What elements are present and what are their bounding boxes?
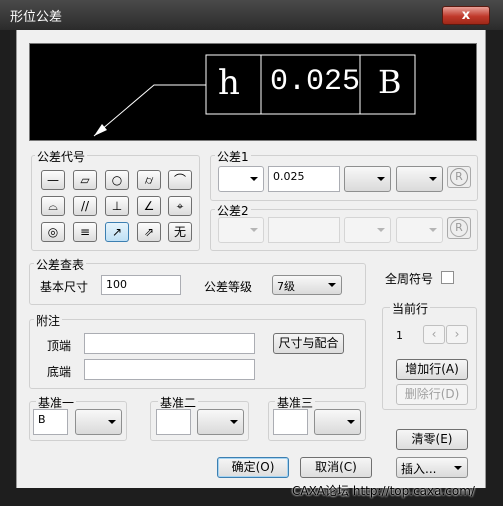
symbol-button-flatness[interactable]: ▱ (73, 170, 97, 190)
tolerance2-modifier-select[interactable] (344, 217, 391, 243)
title-bar (0, 0, 503, 30)
ok-button[interactable]: 确定(O) (217, 457, 289, 478)
symbol-button-surface-profile[interactable]: ⌓ (41, 196, 65, 216)
datum1-select[interactable] (75, 409, 122, 435)
delete-row-button[interactable]: 删除行(D) (396, 384, 468, 405)
angularity-icon: ∠ (143, 199, 155, 213)
straightness-icon: — (47, 173, 59, 187)
tolerance2-value-input[interactable] (268, 217, 340, 243)
symbol-button-concentricity[interactable]: ◎ (41, 222, 65, 242)
circularity-icon: ○ (111, 173, 123, 187)
symbol-button-total-runout[interactable]: ⇗ (137, 222, 161, 242)
add-row-button[interactable]: 增加行(A) (396, 359, 468, 380)
tolerance1-modifier-select[interactable] (344, 166, 391, 192)
grade-label: 公差等级 (204, 280, 253, 294)
symbol-button-parallelism[interactable]: // (73, 196, 97, 216)
none-icon: 无 (173, 225, 186, 239)
symbol-button-cylindricity[interactable]: ⌭ (137, 170, 161, 190)
cylindricity-icon: ⌭ (144, 173, 154, 187)
current-row-value: 1 (396, 329, 403, 342)
symbol-button-angularity[interactable]: ∠ (137, 196, 161, 216)
cancel-button[interactable]: 取消(C) (300, 457, 372, 478)
datum3-input[interactable] (273, 409, 308, 435)
position-icon: ⌖ (176, 199, 184, 213)
tolerance1-value-input[interactable]: 0.025 (268, 166, 340, 192)
tolerance1-label: 公差1 (215, 148, 251, 165)
tolerance1-diameter-select[interactable] (218, 166, 264, 192)
symbol-button-none[interactable]: 无 (168, 222, 192, 242)
watermark-text: CAXA论坛 http://top.caxa.com/ (292, 484, 475, 498)
next-row-button[interactable]: › (446, 325, 468, 344)
grade-value: 7级 (277, 280, 295, 293)
symbol-button-line-profile[interactable]: ⌒ (168, 170, 192, 190)
concentricity-icon: ◎ (47, 225, 59, 239)
tolerance2-r-button[interactable]: R (447, 217, 471, 239)
clear-button[interactable]: 清零(E) (396, 429, 468, 450)
symbol-button-circularity[interactable]: ○ (105, 170, 129, 190)
flatness-icon: ▱ (80, 173, 90, 187)
symbol-button-perpendicularity[interactable]: ⊥ (105, 196, 129, 216)
basic-size-label: 基本尺寸 (40, 280, 89, 294)
symbol-button-circular-runout[interactable]: ↗ (105, 222, 129, 242)
top-note-label: 顶端 (47, 339, 72, 353)
top-note-input[interactable] (84, 333, 255, 354)
perpendicularity-icon: ⊥ (111, 199, 123, 213)
current-row-label: 当前行 (390, 300, 431, 317)
surface-profile-icon: ⌓ (48, 199, 58, 213)
grade-select[interactable]: 7级 (272, 275, 342, 295)
datum2-input[interactable] (156, 409, 191, 435)
notes-label: 附注 (34, 312, 63, 329)
leader-arrow (93, 54, 416, 137)
total-runout-icon: ⇗ (143, 225, 155, 239)
tolerance1-material-select[interactable] (396, 166, 443, 192)
preview-symbol: h (218, 63, 240, 103)
symbol-button-symmetry[interactable]: ≡ (73, 222, 97, 242)
circular-runout-icon: ↗ (111, 225, 123, 239)
tolerance-code-label: 公差代号 (35, 148, 88, 165)
preview-area: h 0.025 B (29, 43, 477, 141)
insert-label: 插入... (401, 462, 437, 476)
bottom-note-input[interactable] (84, 359, 255, 380)
lookup-label: 公差查表 (34, 256, 87, 273)
datum3-select[interactable] (314, 409, 361, 435)
r-circle-icon: R (450, 219, 468, 237)
preview-datum: B (378, 63, 402, 101)
symmetry-icon: ≡ (79, 225, 91, 239)
all-around-checkbox[interactable] (441, 271, 454, 284)
datum1-input[interactable]: B (33, 409, 68, 435)
datum2-select[interactable] (197, 409, 244, 435)
bottom-note-label: 底端 (47, 365, 72, 379)
preview-value: 0.025 (270, 65, 361, 99)
basic-size-input[interactable]: 100 (101, 275, 181, 295)
tolerance1-r-button[interactable]: R (447, 166, 471, 188)
parallelism-icon: // (80, 199, 90, 213)
all-around-label: 全周符号 (385, 272, 434, 286)
tolerance2-material-select[interactable] (396, 217, 443, 243)
close-button[interactable]: x (442, 6, 490, 25)
insert-select[interactable]: 插入... (396, 457, 468, 478)
window-title: 形位公差 (10, 10, 63, 25)
symbol-button-straightness[interactable]: — (41, 170, 65, 190)
line-profile-icon: ⌒ (173, 173, 186, 187)
symbol-button-position[interactable]: ⌖ (168, 196, 192, 216)
tolerance2-diameter-select[interactable] (218, 217, 264, 243)
r-circle-icon: R (450, 168, 468, 186)
prev-row-button[interactable]: ‹ (423, 325, 445, 344)
fit-button[interactable]: 尺寸与配合 (273, 333, 344, 354)
